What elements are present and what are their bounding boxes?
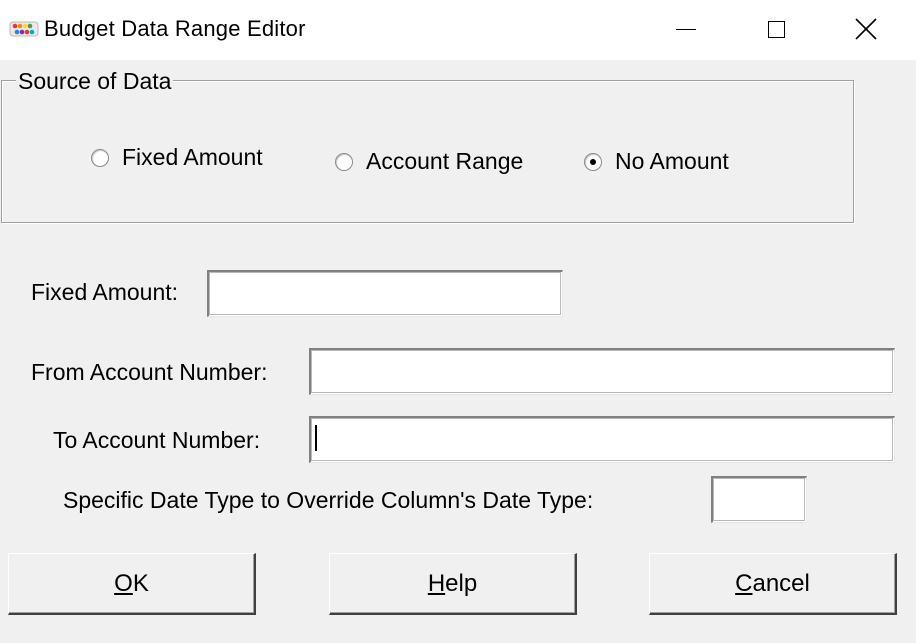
close-icon [855, 18, 877, 40]
ok-accelerator: O [114, 569, 133, 597]
fixed-amount-input[interactable] [207, 270, 563, 317]
cancel-label: ancel [752, 569, 810, 597]
cancel-button[interactable]: Cancel [649, 553, 897, 615]
date-type-label: Specific Date Type to Override Column's … [63, 487, 594, 513]
to-account-input[interactable] [309, 416, 895, 463]
radio-fixed-amount-label: Fixed Amount [122, 144, 263, 170]
from-account-label: From Account Number: [31, 359, 268, 385]
maximize-button[interactable] [730, 0, 822, 58]
radio-account-range-label: Account Range [366, 148, 524, 174]
fixed-amount-label: Fixed Amount: [31, 279, 179, 305]
radio-button-unchecked[interactable] [91, 148, 109, 167]
abacus-icon [9, 21, 39, 37]
radio-fixed-amount[interactable]: Fixed Amount [91, 144, 263, 171]
from-account-input[interactable] [309, 348, 895, 395]
ok-button[interactable]: OK [8, 553, 256, 615]
radio-no-amount[interactable]: No Amount [584, 148, 729, 175]
title-bar: Budget Data Range Editor [0, 0, 916, 60]
minimize-icon [676, 28, 696, 30]
help-accelerator: H [427, 569, 446, 597]
ok-label: K [132, 569, 149, 597]
radio-button-unchecked[interactable] [335, 152, 353, 171]
to-account-label: To Account Number: [53, 427, 261, 453]
help-button[interactable]: Help [329, 553, 577, 615]
radio-account-range[interactable]: Account Range [335, 148, 523, 175]
date-type-input[interactable] [711, 476, 807, 523]
window-title: Budget Data Range Editor [44, 16, 306, 41]
minimize-button[interactable] [640, 0, 732, 58]
cancel-accelerator: C [735, 569, 753, 597]
close-button[interactable] [820, 0, 912, 58]
maximize-icon [767, 20, 785, 38]
text-cursor [315, 425, 317, 451]
radio-button-checked[interactable] [584, 152, 602, 171]
help-label: elp [445, 569, 478, 597]
radio-no-amount-label: No Amount [615, 148, 729, 174]
source-of-data-legend: Source of Data [16, 68, 174, 95]
